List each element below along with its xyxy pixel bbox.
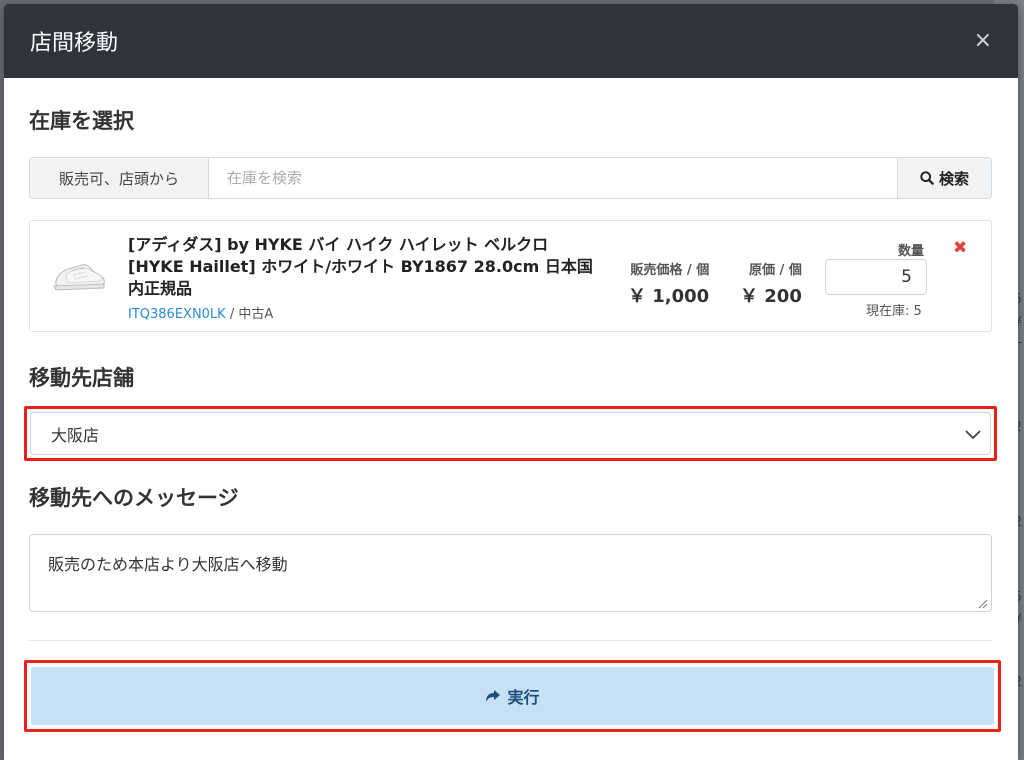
- product-condition: / 中古A: [225, 307, 274, 322]
- stock-search-input[interactable]: [209, 158, 897, 198]
- resize-handle-icon[interactable]: [976, 597, 988, 609]
- footer-divider: [29, 640, 992, 641]
- destination-store-value: 大阪店: [51, 425, 100, 445]
- quantity-label: 数量: [898, 244, 925, 259]
- search-icon: [920, 171, 934, 185]
- modal-title: 店間移動: [30, 31, 119, 56]
- cost-price-value: ￥ 200: [740, 286, 802, 307]
- destination-section-heading: 移動先店舗: [29, 366, 134, 390]
- sneaker-image: [53, 264, 105, 291]
- chevron-down-icon: [965, 429, 981, 439]
- remove-item-icon[interactable]: ✖: [953, 238, 967, 258]
- sale-price-label: 販売価格 / 個: [630, 263, 710, 278]
- search-button[interactable]: 検索: [897, 158, 991, 198]
- modal-header: 店間移動 ×: [4, 4, 1018, 78]
- product-sku-link[interactable]: ITQ386EXN0LK: [128, 307, 226, 322]
- sale-price-column: 販売価格 / 個 ￥ 1,000: [628, 259, 709, 308]
- search-filter-prefix[interactable]: 販売可、店頭から: [30, 158, 209, 198]
- destination-store-select[interactable]: 大阪店: [30, 412, 991, 455]
- sale-price-value: ￥ 1,000: [628, 286, 710, 307]
- product-meta: ITQ386EXN0LK / 中古A: [128, 303, 273, 322]
- stock-section-heading: 在庫を選択: [29, 109, 134, 133]
- share-arrow-icon: [486, 690, 501, 702]
- stock-search-group: 販売可、店頭から 検索: [29, 157, 992, 199]
- selected-stock-item: [アディダス] by HYKE バイ ハイク ハイレット ベルクロ [HYKE …: [29, 220, 992, 332]
- message-section-heading: 移動先へのメッセージ: [29, 486, 239, 510]
- execute-highlight: 実行: [24, 660, 1001, 732]
- search-button-label: 検索: [938, 169, 969, 188]
- close-icon[interactable]: ×: [974, 30, 992, 52]
- store-transfer-modal: 店間移動 × 在庫を選択 販売可、店頭から 検索 [アディダス] by HYKE…: [4, 4, 1018, 760]
- product-name: [アディダス] by HYKE バイ ハイク ハイレット ベルクロ [HYKE …: [128, 235, 593, 298]
- quantity-input[interactable]: [825, 259, 927, 295]
- current-stock-note: 現在庫: 5: [866, 304, 922, 319]
- execute-button[interactable]: 実行: [31, 667, 994, 725]
- message-textarea[interactable]: 販売のため本店より大阪店へ移動: [29, 534, 992, 612]
- cost-price-column: 原価 / 個 ￥ 200: [740, 259, 802, 308]
- destination-highlight: 大阪店: [24, 406, 997, 461]
- execute-button-label: 実行: [507, 688, 540, 707]
- cost-price-label: 原価 / 個: [749, 263, 802, 278]
